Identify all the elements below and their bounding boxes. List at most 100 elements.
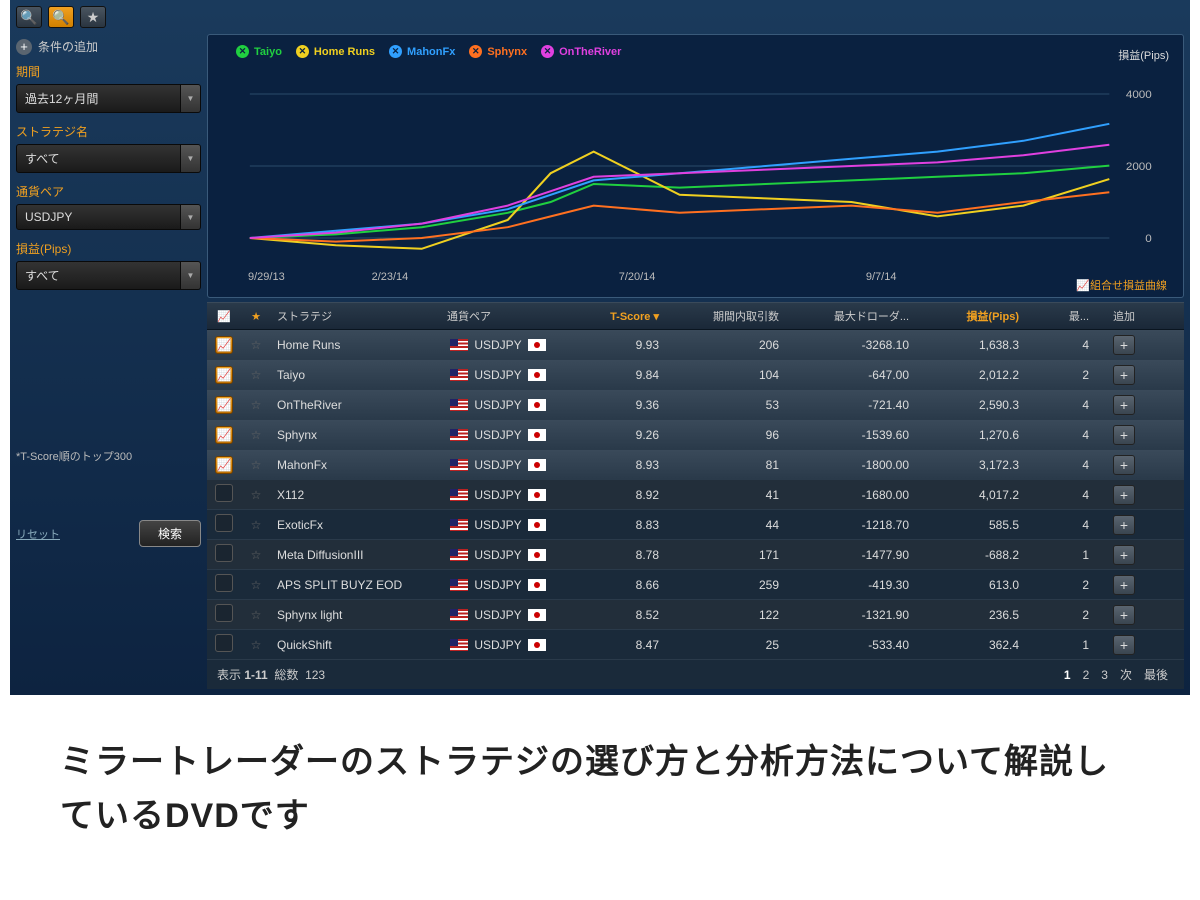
star-icon[interactable]: ☆ <box>251 368 262 382</box>
star-icon[interactable]: ☆ <box>251 338 262 352</box>
chart-toggle-icon[interactable] <box>215 604 233 622</box>
pair-cell: USDJPY <box>441 638 573 652</box>
reset-link[interactable]: リセット <box>16 526 60 542</box>
table-row[interactable]: ☆ APS SPLIT BUYZ EOD USDJPY 8.66 259 -41… <box>207 570 1184 600</box>
flag-us-icon <box>450 429 468 441</box>
col-drawdown[interactable]: 最大ドローダ... <box>785 308 915 324</box>
flag-jp-icon <box>528 399 546 411</box>
chart-toggle-icon[interactable]: 📈 <box>215 396 233 414</box>
x-tick: 2/23/14 <box>372 271 619 283</box>
table-row[interactable]: 📈 ☆ OnTheRiver USDJPY 9.36 53 -721.40 2,… <box>207 390 1184 420</box>
tscore-cell: 8.47 <box>573 638 665 652</box>
add-button[interactable]: + <box>1113 575 1135 595</box>
chart-toggle-icon[interactable]: 📈 <box>215 366 233 384</box>
table-row[interactable]: ☆ ExoticFx USDJPY 8.83 44 -1218.70 585.5… <box>207 510 1184 540</box>
legend-item[interactable]: ✕ OnTheRiver <box>541 45 621 58</box>
star-icon[interactable]: ☆ <box>251 638 262 652</box>
pips-cell: 1,638.3 <box>915 338 1025 352</box>
star-icon[interactable]: ☆ <box>251 518 262 532</box>
chart-toggle-icon[interactable] <box>215 514 233 532</box>
chart-toggle-icon[interactable]: 📈 <box>215 336 233 354</box>
filter-select[interactable]: すべて ▼ <box>16 261 201 290</box>
legend-item[interactable]: ✕ Sphynx <box>469 45 527 58</box>
tab-search-icon[interactable]: 🔍 <box>48 6 74 28</box>
col-star-icon[interactable]: ★ <box>241 310 271 323</box>
flag-jp-icon <box>528 519 546 531</box>
add-button[interactable]: + <box>1113 635 1135 655</box>
chart-toggle-icon[interactable]: 📈 <box>215 456 233 474</box>
filter-select[interactable]: すべて ▼ <box>16 144 201 173</box>
page-last[interactable]: 最後 <box>1144 668 1168 682</box>
col-strategy[interactable]: ストラテジ <box>271 308 441 324</box>
add-button[interactable]: + <box>1113 485 1135 505</box>
star-icon[interactable]: ☆ <box>251 608 262 622</box>
search-button[interactable]: 検索 <box>139 520 201 547</box>
filter-label: 通貨ペア <box>16 183 201 200</box>
drawdown-cell: -1680.00 <box>785 488 915 502</box>
plus-icon: + <box>16 39 32 55</box>
add-button[interactable]: + <box>1113 515 1135 535</box>
add-button[interactable]: + <box>1113 425 1135 445</box>
page-next[interactable]: 次 <box>1120 668 1132 682</box>
trades-cell: 206 <box>665 338 785 352</box>
page-link[interactable]: 2 <box>1083 668 1090 682</box>
filter-label: 損益(Pips) <box>16 240 201 257</box>
add-button[interactable]: + <box>1113 605 1135 625</box>
col-tscore[interactable]: T-Score ▾ <box>573 310 665 323</box>
chart-toggle-icon[interactable] <box>215 634 233 652</box>
page-link[interactable]: 1 <box>1064 668 1071 682</box>
filter-select[interactable]: 過去12ヶ月間 ▼ <box>16 84 201 113</box>
star-icon[interactable]: ☆ <box>251 458 262 472</box>
table-row[interactable]: 📈 ☆ Home Runs USDJPY 9.93 206 -3268.10 1… <box>207 330 1184 360</box>
filter-label: 期間 <box>16 63 201 80</box>
tab-star-icon[interactable]: ★ <box>80 6 106 28</box>
table-row[interactable]: 📈 ☆ Taiyo USDJPY 9.84 104 -647.00 2,012.… <box>207 360 1184 390</box>
filter-value: すべて <box>16 144 181 173</box>
star-icon[interactable]: ☆ <box>251 578 262 592</box>
chart-toggle-icon[interactable]: 📈 <box>215 426 233 444</box>
pips-cell: 2,590.3 <box>915 398 1025 412</box>
flag-us-icon <box>450 519 468 531</box>
chevron-down-icon: ▼ <box>181 144 201 173</box>
strategy-name: X112 <box>271 488 441 502</box>
legend-item[interactable]: ✕ Taiyo <box>236 45 282 58</box>
star-icon[interactable]: ☆ <box>251 428 262 442</box>
col-trades[interactable]: 期間内取引数 <box>665 308 785 324</box>
col-add[interactable]: 追加 <box>1095 308 1153 324</box>
add-button[interactable]: + <box>1113 455 1135 475</box>
drawdown-cell: -1539.60 <box>785 428 915 442</box>
legend-item[interactable]: ✕ MahonFx <box>389 45 455 58</box>
table-row[interactable]: ☆ X112 USDJPY 8.92 41 -1680.00 4,017.2 4… <box>207 480 1184 510</box>
chart-toggle-icon[interactable] <box>215 544 233 562</box>
strategy-name: Sphynx <box>271 428 441 442</box>
col-chart-icon[interactable]: 📈 <box>207 310 241 323</box>
add-button[interactable]: + <box>1113 335 1135 355</box>
chart-toggle-icon[interactable] <box>215 484 233 502</box>
col-pair[interactable]: 通貨ペア <box>441 308 573 324</box>
page-link[interactable]: 3 <box>1101 668 1108 682</box>
pair-cell: USDJPY <box>441 368 573 382</box>
table-row[interactable]: 📈 ☆ Sphynx USDJPY 9.26 96 -1539.60 1,270… <box>207 420 1184 450</box>
table-row[interactable]: ☆ Meta DiffusionIII USDJPY 8.78 171 -147… <box>207 540 1184 570</box>
legend-item[interactable]: ✕ Home Runs <box>296 45 375 58</box>
col-max[interactable]: 最... <box>1025 308 1095 324</box>
add-condition-button[interactable]: + 条件の追加 <box>16 34 201 63</box>
tab-monitor-icon[interactable]: 🔍 <box>16 6 42 28</box>
star-icon[interactable]: ☆ <box>251 488 262 502</box>
star-icon[interactable]: ☆ <box>251 398 262 412</box>
star-icon[interactable]: ☆ <box>251 548 262 562</box>
add-button[interactable]: + <box>1113 545 1135 565</box>
drawdown-cell: -3268.10 <box>785 338 915 352</box>
chart-toggle-icon[interactable] <box>215 574 233 592</box>
table-row[interactable]: ☆ QuickShift USDJPY 8.47 25 -533.40 362.… <box>207 630 1184 660</box>
flag-us-icon <box>450 579 468 591</box>
add-button[interactable]: + <box>1113 395 1135 415</box>
table-row[interactable]: 📈 ☆ MahonFx USDJPY 8.93 81 -1800.00 3,17… <box>207 450 1184 480</box>
pair-cell: USDJPY <box>441 608 573 622</box>
col-pips[interactable]: 損益(Pips) <box>915 308 1025 324</box>
add-button[interactable]: + <box>1113 365 1135 385</box>
filter-group: 損益(Pips) すべて ▼ <box>16 240 201 290</box>
table-row[interactable]: ☆ Sphynx light USDJPY 8.52 122 -1321.90 … <box>207 600 1184 630</box>
drawdown-cell: -419.30 <box>785 578 915 592</box>
filter-select[interactable]: USDJPY ▼ <box>16 204 201 230</box>
